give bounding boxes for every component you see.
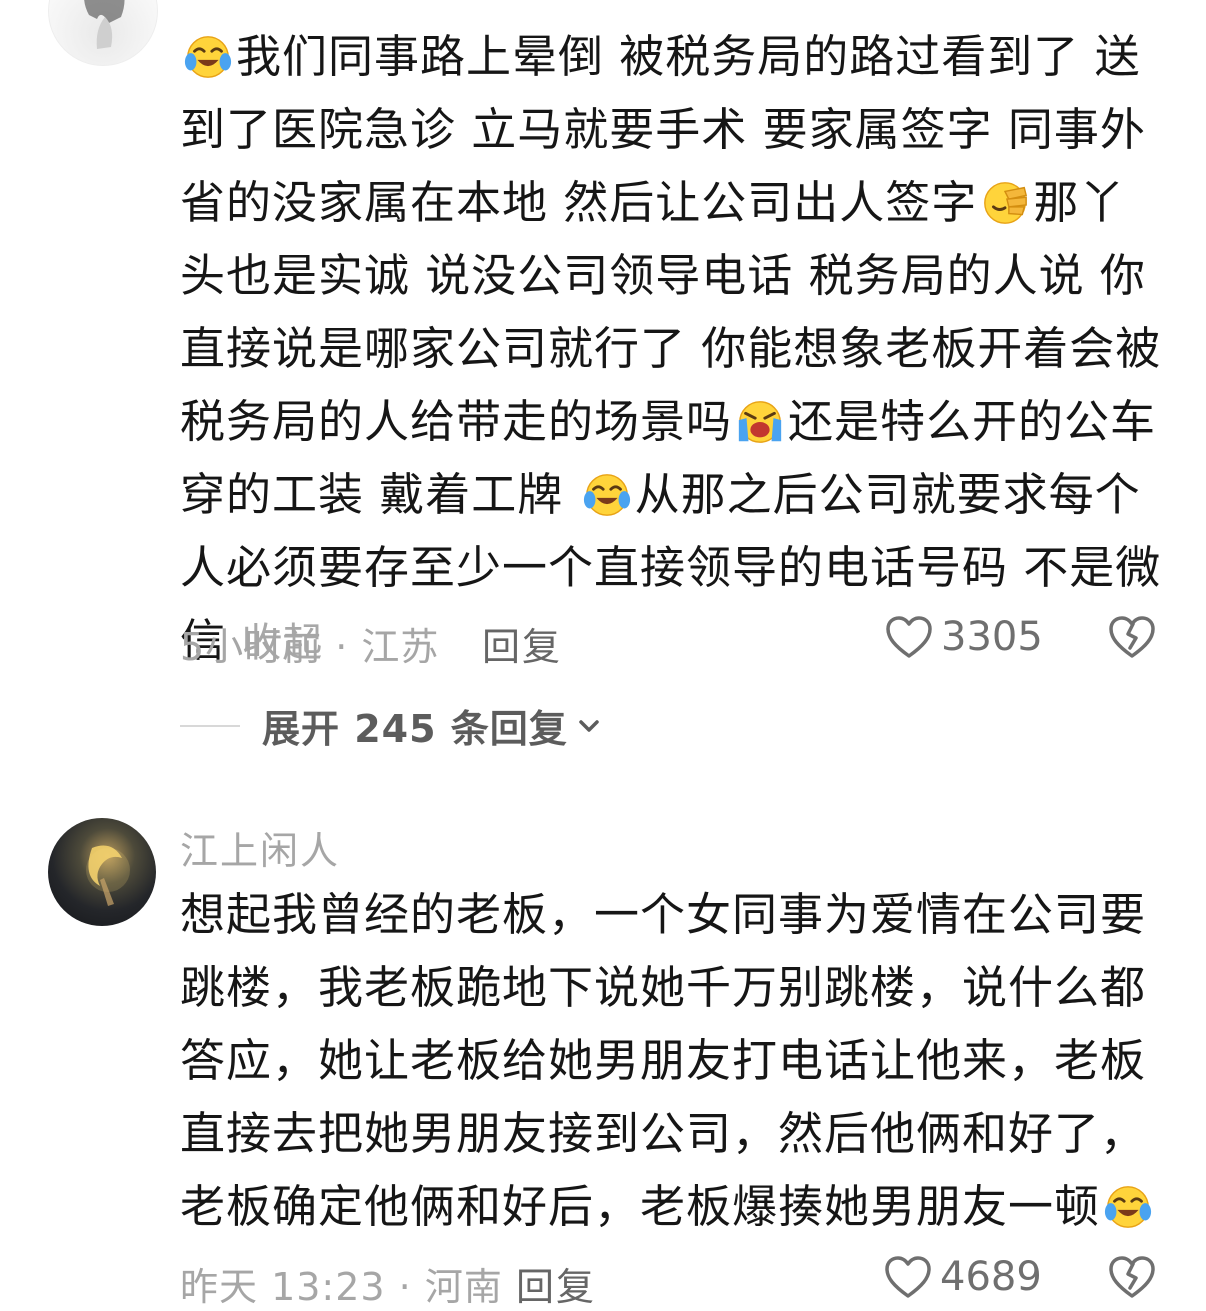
heart-icon <box>886 616 932 658</box>
comment-text-part: 想起我曾经的老板，一个女同事为爱情在公司要跳楼，我老板跪地下说她千万别跳楼，说什… <box>180 888 1147 1233</box>
comment-text: 我们同事路上晕倒 被税务局的路过看到了 送到了医院急诊 立马就要手术 要家属签字… <box>180 20 1165 680</box>
divider-line <box>180 724 240 727</box>
crying-laugh-emoji-icon <box>183 35 233 79</box>
username[interactable]: 江上闲人 <box>180 820 340 875</box>
facepalm-emoji-icon <box>983 181 1028 225</box>
user-portrait-icon <box>84 0 125 49</box>
comment-meta: 5小时前 · 江苏 <box>180 625 440 669</box>
like-count: 3305 <box>941 614 1043 660</box>
loud-crying-emoji-icon <box>737 400 783 444</box>
dislike-button[interactable] <box>1108 614 1156 664</box>
like-button[interactable]: 3305 <box>885 614 1043 660</box>
heart-icon <box>885 1256 931 1298</box>
comment-meta: 昨天 13:23 · 河南 <box>180 1265 503 1309</box>
dislike-button[interactable] <box>1108 1254 1156 1304</box>
reply-button[interactable]: 回复 <box>482 616 562 671</box>
broken-heart-icon <box>1109 1256 1155 1298</box>
crying-laugh-emoji-icon <box>1103 1185 1153 1229</box>
like-count: 4689 <box>940 1254 1042 1300</box>
reply-button[interactable]: 回复 <box>516 1256 596 1311</box>
expand-replies[interactable]: 展开 245 条回复 <box>180 698 604 753</box>
chevron-down-icon <box>579 719 599 732</box>
broken-heart-icon <box>1109 616 1155 658</box>
comment-text: 想起我曾经的老板，一个女同事为爱情在公司要跳楼，我老板跪地下说她千万别跳楼，说什… <box>180 878 1165 1243</box>
expand-replies-label[interactable]: 展开 245 条回复 <box>262 698 568 753</box>
avatar[interactable] <box>48 0 158 66</box>
like-button[interactable]: 4689 <box>884 1254 1042 1300</box>
moon-avatar-icon <box>86 845 130 906</box>
avatar[interactable] <box>48 818 156 926</box>
crying-laugh-emoji-icon <box>582 473 632 517</box>
